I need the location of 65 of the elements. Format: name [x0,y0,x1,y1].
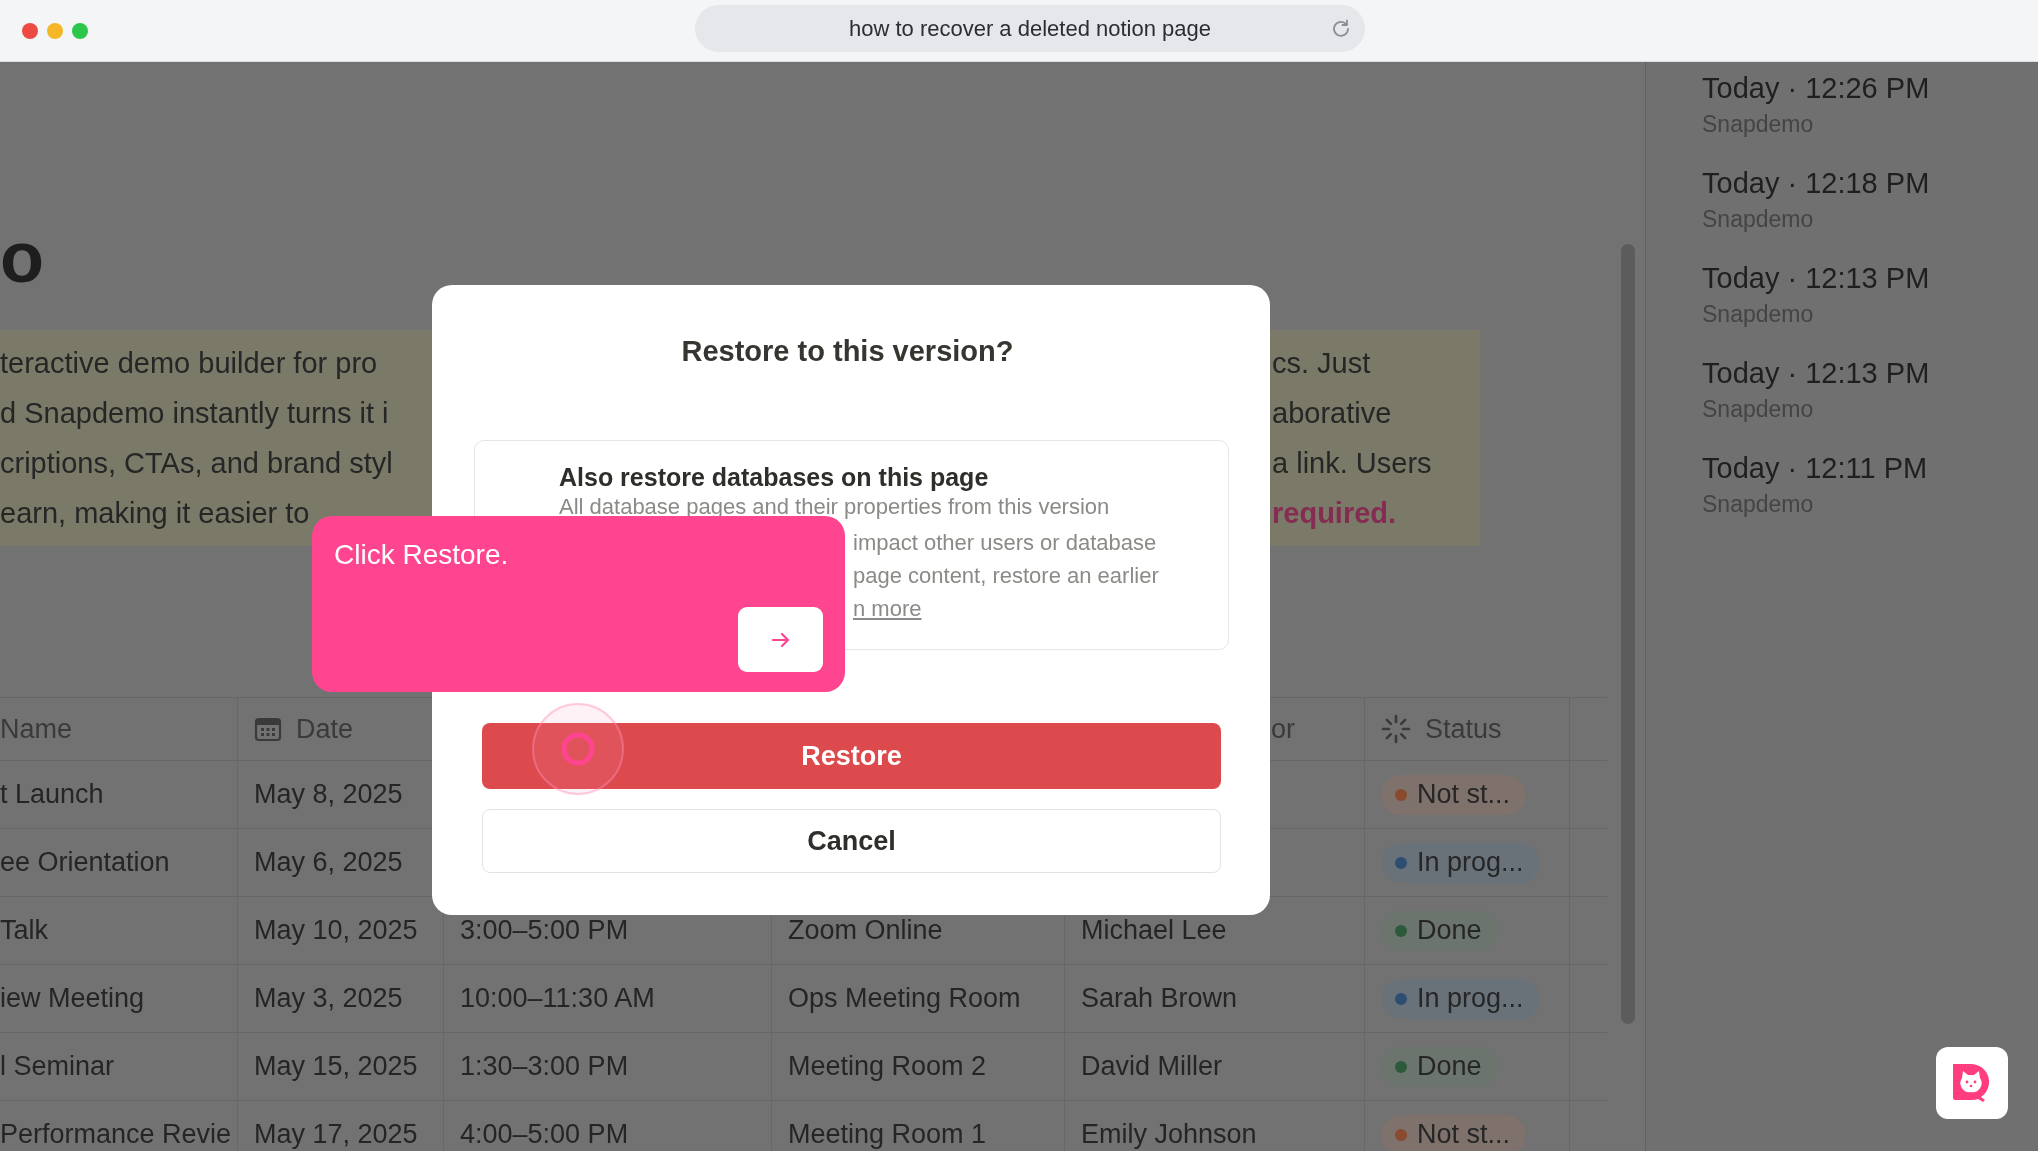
table-cell: May 3, 2025 [254,983,403,1014]
table-cell: Michael Lee [1081,915,1227,946]
table-cell: ee Orientation [0,847,170,878]
column-header[interactable]: or [1271,713,1295,745]
table-cell: May 8, 2025 [254,779,403,810]
version-time: Today · 12:13 PM [1702,356,1931,391]
table-cell: Emily Johnson [1081,1119,1257,1150]
help-widget-button[interactable] [1936,1047,2008,1119]
table-cell: May 6, 2025 [254,847,403,878]
status-tag: Not st... [1381,1114,1527,1151]
paragraph-text: a link. Users [1272,446,1432,480]
minimize-window-button[interactable] [47,22,63,39]
table-cell: 4:00–5:00 PM [460,1119,629,1150]
paragraph-text: required. [1272,496,1397,530]
table-cell: Meeting Room 2 [788,1051,987,1082]
column-header[interactable]: Name [0,713,73,745]
table-cell: David Miller [1081,1051,1223,1082]
paragraph-text: criptions, CTAs, and brand styl [0,446,394,480]
cancel-button[interactable]: Cancel [482,809,1221,873]
version-time: Today · 12:13 PM [1702,261,1931,296]
loading-icon [1381,714,1411,744]
table-cell: Sarah Brown [1081,983,1238,1014]
restore-button[interactable]: Restore [482,723,1221,789]
table-cell: t Launch [0,779,104,810]
paragraph-text: teractive demo builder for pro [0,346,379,380]
table-cell: Performance Revie [0,1119,232,1150]
option-title: Also restore databases on this page [559,462,990,493]
paragraph-text: d Snapdemo instantly turns it i [0,396,390,430]
table-cell: 10:00–11:30 AM [460,983,655,1014]
table-cell: l Seminar [0,1051,115,1082]
table-cell: Meeting Room 1 [788,1119,987,1150]
table-cell: May 10, 2025 [254,915,418,946]
option-description: page content, restore an earlier [852,562,1160,590]
paragraph-text: cs. Just [1272,346,1371,380]
next-button[interactable] [738,607,823,672]
table-cell: May 15, 2025 [254,1051,418,1082]
status-tag: Done [1381,910,1498,951]
column-header[interactable]: Date [296,713,354,745]
version-time: Today · 12:18 PM [1702,166,1931,201]
close-window-button[interactable] [22,22,38,39]
table-cell: May 17, 2025 [254,1119,418,1150]
table-cell: iew Meeting [0,983,145,1014]
table-cell: 3:00–5:00 PM [460,915,629,946]
column-header[interactable]: Status [1425,713,1502,745]
status-tag: Not st... [1381,774,1527,815]
address-bar[interactable]: how to recover a deleted notion page [695,5,1365,52]
option-description: impact other users or database [852,529,1158,557]
maximize-window-button[interactable] [72,22,88,39]
table-cell: 1:30–3:00 PM [460,1051,629,1082]
status-tag: In prog... [1381,842,1540,883]
dialog-title: Restore to this version? [680,334,1015,369]
table-cell: Talk [0,915,48,946]
page-title: o [0,222,45,292]
status-tag: In prog... [1381,978,1540,1019]
calendar-icon [254,716,282,742]
version-time: Today · 12:26 PM [1702,71,1931,106]
version-time: Today · 12:11 PM [1702,451,1929,486]
status-tag: Done [1381,1046,1498,1087]
paragraph-text: aborative [1272,396,1392,430]
click-target-icon [531,702,625,796]
reload-icon[interactable] [1331,18,1351,38]
table-cell: Zoom Online [788,915,943,946]
learn-more-link[interactable]: n more [853,596,922,621]
paragraph-text: earn, making it easier to [0,496,311,530]
table-cell: Ops Meeting Room [788,983,1021,1014]
